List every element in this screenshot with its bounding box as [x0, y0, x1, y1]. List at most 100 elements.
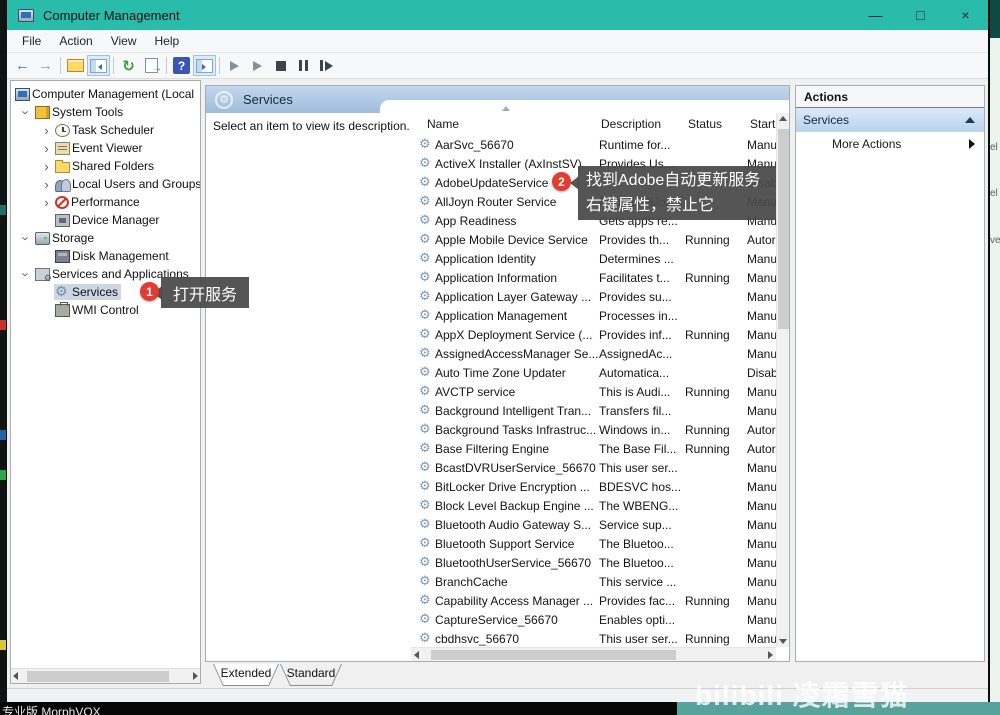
- more-actions-label: More Actions: [832, 137, 901, 151]
- close-button[interactable]: ×: [943, 0, 988, 30]
- tree-item-icon: [55, 286, 70, 299]
- tree-item[interactable]: Task Scheduler: [11, 121, 200, 139]
- tree-item-content[interactable]: Event Viewer: [54, 140, 145, 156]
- toolbar-action-pane-icon[interactable]: [193, 55, 216, 76]
- tree-item-content[interactable]: Device Manager: [54, 212, 162, 228]
- scroll-right-icon[interactable]: [768, 651, 773, 659]
- service-row[interactable]: BcastDVRUserService_56670 This user ser.…: [411, 458, 778, 477]
- tree-item[interactable]: Performance: [11, 193, 200, 211]
- service-row[interactable]: Auto Time Zone Updater Automatica... Dis…: [411, 363, 778, 382]
- service-row[interactable]: AppX Deployment Service (... Provides in…: [411, 325, 778, 344]
- toolbar-forward-icon[interactable]: [34, 55, 57, 76]
- column-header-name[interactable]: Name: [427, 117, 601, 131]
- service-row[interactable]: CaptureService_56670 Enables opti... Man…: [411, 610, 778, 629]
- toolbar-back-icon[interactable]: [11, 55, 34, 76]
- service-row[interactable]: Base Filtering Engine The Base Fil... Ru…: [411, 439, 778, 458]
- tree-item[interactable]: Storage: [11, 229, 200, 247]
- toolbar-stop-service-icon[interactable]: [269, 55, 292, 76]
- tree-item-content[interactable]: Computer Management (Local: [14, 86, 197, 102]
- service-startup-type: Manu: [747, 385, 778, 399]
- tree-item[interactable]: Device Manager: [11, 211, 200, 229]
- tree-expander-icon[interactable]: [39, 159, 54, 174]
- service-row[interactable]: BranchCache This service ... Manu: [411, 572, 778, 591]
- tree-expander-icon[interactable]: [19, 231, 34, 246]
- tree-item[interactable]: Shared Folders: [11, 157, 200, 175]
- tab-standard[interactable]: Standard: [280, 664, 342, 686]
- list-horizontal-scrollbar[interactable]: [411, 647, 776, 661]
- toolbar-refresh-icon[interactable]: [117, 55, 140, 76]
- tree-item[interactable]: Local Users and Groups: [11, 175, 200, 193]
- tree-item-content[interactable]: Storage: [34, 230, 97, 246]
- tree-horizontal-scrollbar[interactable]: [11, 668, 200, 683]
- tree-item-content[interactable]: Disk Management: [54, 248, 172, 264]
- tree-item[interactable]: Computer Management (Local: [11, 85, 200, 103]
- tree-item-content[interactable]: System Tools: [34, 104, 126, 120]
- menu-item[interactable]: Help: [146, 34, 189, 48]
- toolbar-pause-service-icon[interactable]: [292, 55, 315, 76]
- service-row[interactable]: Bluetooth Support Service The Bluetoo...…: [411, 534, 778, 553]
- service-row[interactable]: AarSvc_56670 Runtime for... Manu: [411, 135, 778, 154]
- toolbar-console-tree-icon[interactable]: [87, 55, 110, 76]
- column-header-status[interactable]: Status: [688, 117, 750, 131]
- scroll-left-icon[interactable]: [13, 672, 18, 680]
- tree-expander-icon[interactable]: [39, 195, 54, 210]
- scroll-right-icon[interactable]: [193, 672, 198, 680]
- toolbar-export-list-icon[interactable]: [140, 55, 163, 76]
- toolbar-help-icon[interactable]: [170, 55, 193, 76]
- scroll-left-icon[interactable]: [414, 651, 419, 659]
- tree-item[interactable]: Disk Management: [11, 247, 200, 265]
- service-row[interactable]: BitLocker Drive Encryption ... BDESVC ho…: [411, 477, 778, 496]
- tree-item-content[interactable]: Shared Folders: [54, 158, 157, 174]
- sort-ascending-icon: [502, 106, 510, 111]
- menu-item[interactable]: Action: [50, 34, 101, 48]
- tree-expander-icon[interactable]: [19, 267, 34, 282]
- tree-item-content[interactable]: Services: [54, 284, 121, 300]
- tree-item-content[interactable]: Performance: [54, 194, 143, 210]
- minimize-button[interactable]: —: [853, 0, 898, 30]
- collapse-icon[interactable]: [965, 117, 975, 123]
- service-row[interactable]: Background Tasks Infrastruc... Windows i…: [411, 420, 778, 439]
- scrollbar-thumb[interactable]: [778, 129, 789, 329]
- scrollbar-thumb[interactable]: [27, 671, 169, 682]
- service-name: Auto Time Zone Updater: [435, 366, 599, 380]
- service-row[interactable]: AssignedAccessManager Se... AssignedAc..…: [411, 344, 778, 363]
- tab-extended[interactable]: Extended: [213, 664, 279, 686]
- service-row[interactable]: Background Intelligent Tran... Transfers…: [411, 401, 778, 420]
- service-gear-icon: [419, 289, 435, 304]
- tree-expander-icon[interactable]: [19, 105, 34, 120]
- service-row[interactable]: Apple Mobile Device Service Provides th.…: [411, 230, 778, 249]
- service-row[interactable]: Bluetooth Audio Gateway S... Service sup…: [411, 515, 778, 534]
- scroll-up-icon[interactable]: [779, 116, 787, 121]
- list-vertical-scrollbar[interactable]: [776, 113, 789, 647]
- more-actions-item[interactable]: More Actions: [796, 132, 984, 156]
- toolbar-resume-service-icon[interactable]: [246, 55, 269, 76]
- service-row[interactable]: Application Identity Determines ... Manu: [411, 249, 778, 268]
- column-header-description[interactable]: Description: [601, 117, 688, 131]
- toolbar-restart-service-icon[interactable]: [315, 55, 338, 76]
- toolbar-up-folder-icon[interactable]: [64, 55, 87, 76]
- tree-item[interactable]: Event Viewer: [11, 139, 200, 157]
- tree-item[interactable]: System Tools: [11, 103, 200, 121]
- service-row[interactable]: Capability Access Manager ... Provides f…: [411, 591, 778, 610]
- tree-expander-icon[interactable]: [39, 123, 54, 138]
- tree-item-content[interactable]: WMI Control: [54, 302, 142, 318]
- service-row[interactable]: Application Layer Gateway ... Provides s…: [411, 287, 778, 306]
- service-row[interactable]: cbdhsvc_56670 This user ser... Running M…: [411, 629, 778, 648]
- service-row[interactable]: AVCTP service This is Audi... Running Ma…: [411, 382, 778, 401]
- service-row[interactable]: Application Information Facilitates t...…: [411, 268, 778, 287]
- service-row[interactable]: Block Level Backup Engine ... The WBENG.…: [411, 496, 778, 515]
- menu-item[interactable]: View: [102, 34, 146, 48]
- tree-item-content[interactable]: Task Scheduler: [54, 122, 157, 138]
- toolbar-start-service-icon[interactable]: [223, 55, 246, 76]
- tree-item-content[interactable]: Local Users and Groups: [54, 176, 201, 192]
- tree-expander-icon[interactable]: [39, 177, 54, 192]
- menu-item[interactable]: File: [13, 34, 50, 48]
- maximize-button[interactable]: □: [898, 0, 943, 30]
- service-row[interactable]: Application Management Processes in... M…: [411, 306, 778, 325]
- scrollbar-thumb[interactable]: [431, 650, 676, 660]
- service-name: AarSvc_56670: [435, 138, 599, 152]
- service-row[interactable]: BluetoothUserService_56670 The Bluetoo..…: [411, 553, 778, 572]
- scroll-down-icon[interactable]: [779, 639, 787, 644]
- actions-group-header[interactable]: Services: [796, 108, 984, 132]
- tree-expander-icon[interactable]: [39, 141, 54, 156]
